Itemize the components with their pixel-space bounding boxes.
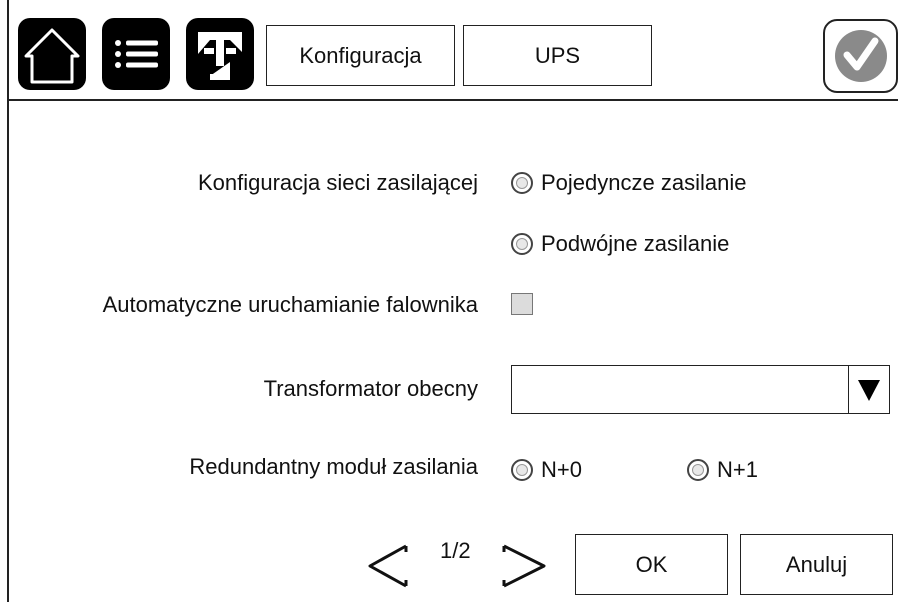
dropdown-arrow[interactable]: [848, 366, 889, 413]
radio-n-plus-0-label: N+0: [541, 457, 582, 482]
status-check-button[interactable]: [823, 19, 898, 93]
cancel-button[interactable]: Anuluj: [740, 534, 893, 595]
transformer-label: Transformator obecny: [263, 376, 478, 401]
header-bar: Konfiguracja UPS: [0, 0, 898, 101]
menu-icon: [115, 40, 158, 68]
page-indicator: 1/2: [440, 538, 471, 563]
radio-circle-icon: [511, 233, 533, 255]
radio-circle-icon: [511, 172, 533, 194]
radio-n-plus-0[interactable]: N+0: [511, 457, 582, 483]
check-icon: [835, 30, 887, 82]
radio-dual-feed[interactable]: Podwójne zasilanie: [511, 231, 729, 257]
one-line-diagram-icon: [198, 32, 242, 80]
auto-start-label: Automatyczne uruchamianie falownika: [102, 292, 478, 317]
tab-konfiguracja[interactable]: Konfiguracja: [266, 25, 455, 86]
radio-circle-icon: [511, 459, 533, 481]
next-page-icon[interactable]: [500, 542, 548, 590]
home-icon: [24, 28, 80, 84]
tab-ups[interactable]: UPS: [463, 25, 652, 86]
grid-config-label: Konfiguracja sieci zasilającej: [197, 170, 478, 195]
radio-circle-icon: [687, 459, 709, 481]
chevron-down-icon: [858, 379, 880, 401]
home-button[interactable]: [18, 18, 86, 90]
header-divider: [7, 99, 898, 101]
radio-single-feed-label: Pojedyncze zasilanie: [541, 170, 747, 195]
radio-single-feed[interactable]: Pojedyncze zasilanie: [511, 170, 746, 196]
radio-dual-feed-label: Podwójne zasilanie: [541, 231, 730, 256]
ok-button[interactable]: OK: [575, 534, 728, 595]
radio-n-plus-1[interactable]: N+1: [687, 457, 758, 483]
transformer-select[interactable]: [511, 365, 890, 414]
one-line-diagram-button[interactable]: [186, 18, 254, 90]
radio-n-plus-1-label: N+1: [717, 457, 758, 482]
menu-button[interactable]: [102, 18, 170, 90]
redundancy-label: Redundantny moduł zasilania: [189, 454, 478, 479]
previous-page-icon[interactable]: [366, 542, 410, 590]
auto-start-checkbox[interactable]: [511, 293, 533, 315]
